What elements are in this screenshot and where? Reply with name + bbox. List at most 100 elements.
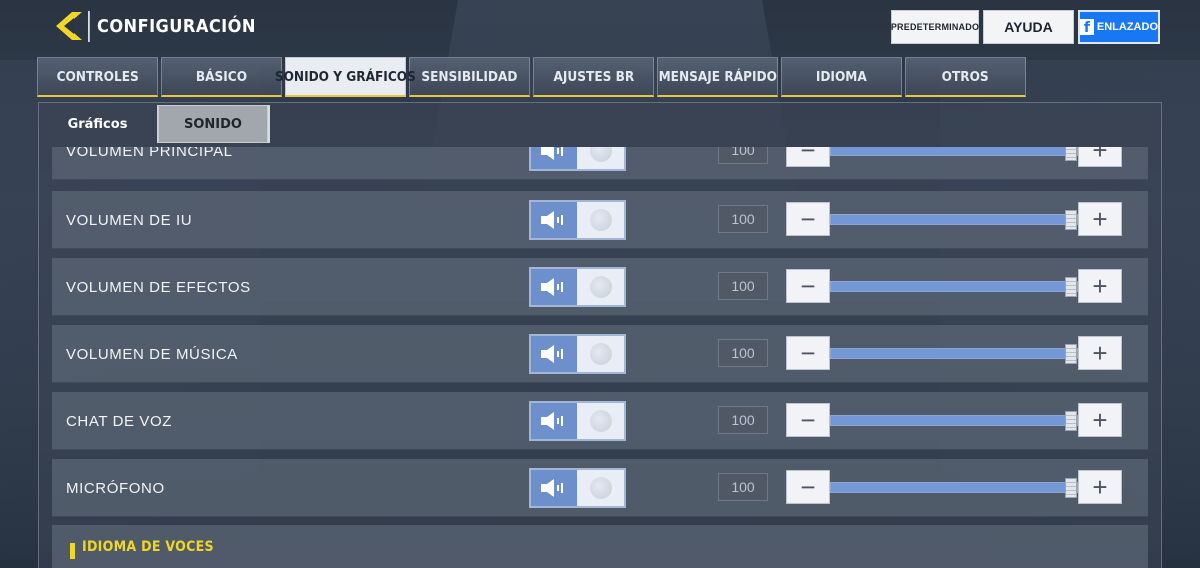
setting-row: VOLUMEN DE MÚSICA 100 − + <box>52 325 1148 383</box>
main-tabs: CONTROLES BÁSICO SONIDO Y GRÁFICOS SENSI… <box>37 57 1026 97</box>
slider-fill <box>831 215 1077 224</box>
setting-label: VOLUMEN DE EFECTOS <box>66 278 251 296</box>
decrease-button[interactable]: − <box>786 403 830 437</box>
toggle-knob <box>589 343 612 365</box>
setting-label: MICRÓFONO <box>66 479 165 497</box>
decrease-button[interactable]: − <box>786 147 830 167</box>
tab-label: SENSIBILIDAD <box>421 68 518 85</box>
slider-fill <box>831 349 1077 358</box>
volume-slider[interactable]: − + <box>786 403 1122 439</box>
increase-button[interactable]: + <box>1078 403 1122 437</box>
volume-slider[interactable]: − + <box>786 336 1122 372</box>
toggle-knob <box>589 477 612 499</box>
volume-value: 100 <box>718 339 768 367</box>
slider-track[interactable] <box>830 344 1078 364</box>
increase-button[interactable]: + <box>1078 147 1122 167</box>
slider-thumb[interactable] <box>1065 411 1077 431</box>
section-marker <box>70 543 75 559</box>
tab-label: AJUSTES BR <box>553 68 634 85</box>
subtab-sonido[interactable]: SONIDO <box>158 105 268 143</box>
slider-thumb[interactable] <box>1065 478 1077 498</box>
tab-ajustes-br[interactable]: AJUSTES BR <box>533 57 654 97</box>
sound-toggle[interactable] <box>529 147 626 171</box>
tab-label: MENSAJE RÁPIDO <box>658 68 777 85</box>
setting-row: VOLUMEN PRINCIPAL 100 − + <box>52 147 1148 180</box>
toggle-knob <box>589 147 612 162</box>
sound-toggle[interactable] <box>529 267 626 307</box>
tab-idioma[interactable]: IDIOMA <box>781 57 902 97</box>
section-header: IDIOMA DE VOCES <box>52 525 1148 568</box>
setting-label: VOLUMEN DE MÚSICA <box>66 345 238 363</box>
increase-button[interactable]: + <box>1078 336 1122 370</box>
settings-list[interactable]: VOLUMEN PRINCIPAL 100 − + VOLUMEN DE IU … <box>52 147 1148 568</box>
tab-basico[interactable]: BÁSICO <box>161 57 282 97</box>
slider-thumb[interactable] <box>1065 277 1077 297</box>
setting-row: CHAT DE VOZ 100 − + <box>52 392 1148 450</box>
sound-toggle[interactable] <box>529 200 626 240</box>
subtab-graficos[interactable]: Gráficos <box>38 105 158 143</box>
slider-thumb[interactable] <box>1065 210 1077 230</box>
sound-toggle[interactable] <box>529 401 626 441</box>
page-title: CONFIGURACIÓN <box>88 10 261 42</box>
decrease-button[interactable]: − <box>786 202 830 236</box>
tab-label: SONIDO Y GRÁFICOS <box>275 68 416 85</box>
slider-fill <box>831 147 1077 155</box>
volume-value: 100 <box>718 473 768 501</box>
tab-otros[interactable]: OTROS <box>905 57 1026 97</box>
slider-fill <box>831 282 1077 291</box>
subtab-divider <box>268 105 270 143</box>
slider-track[interactable] <box>830 478 1078 498</box>
tab-mensaje-rapido[interactable]: MENSAJE RÁPIDO <box>657 57 778 97</box>
speaker-icon <box>531 147 577 169</box>
volume-value: 100 <box>718 406 768 434</box>
setting-row: VOLUMEN DE EFECTOS 100 − + <box>52 258 1148 316</box>
setting-row: MICRÓFONO 100 − + <box>52 459 1148 517</box>
increase-button[interactable]: + <box>1078 470 1122 504</box>
tab-controles[interactable]: CONTROLES <box>37 57 158 97</box>
volume-value: 100 <box>718 272 768 300</box>
slider-track[interactable] <box>830 411 1078 431</box>
sound-toggle[interactable] <box>529 468 626 508</box>
slider-track[interactable] <box>830 147 1078 161</box>
back-button[interactable] <box>52 9 86 43</box>
tab-sonido-y-graficos[interactable]: SONIDO Y GRÁFICOS <box>275 57 416 97</box>
facebook-icon: f <box>1080 19 1094 35</box>
facebook-linked-button[interactable]: f ENLAZADO <box>1078 10 1160 44</box>
decrease-button[interactable]: − <box>786 336 830 370</box>
setting-label: CHAT DE VOZ <box>66 412 173 430</box>
slider-thumb[interactable] <box>1065 147 1077 161</box>
tab-label: IDIOMA <box>816 68 867 85</box>
default-settings-button[interactable]: PREDETERMINADO <box>891 10 979 44</box>
speaker-icon <box>531 202 577 238</box>
speaker-icon <box>531 470 577 506</box>
volume-value: 100 <box>718 205 768 233</box>
setting-label: VOLUMEN PRINCIPAL <box>66 147 233 160</box>
slider-fill <box>831 416 1077 425</box>
volume-slider[interactable]: − + <box>786 147 1122 169</box>
decrease-button[interactable]: − <box>786 269 830 303</box>
back-arrow-icon <box>56 12 82 40</box>
header-left: CONFIGURACIÓN <box>52 8 281 44</box>
volume-slider[interactable]: − + <box>786 202 1122 238</box>
volume-slider[interactable]: − + <box>786 470 1122 506</box>
decrease-button[interactable]: − <box>786 470 830 504</box>
header-actions: PREDETERMINADO AYUDA f ENLAZADO <box>891 10 1160 44</box>
facebook-linked-label: ENLAZADO <box>1096 21 1158 33</box>
section-title: IDIOMA DE VOCES <box>82 539 214 555</box>
volume-value: 100 <box>718 147 768 164</box>
tab-label: BÁSICO <box>195 68 248 85</box>
toggle-knob <box>589 276 612 298</box>
setting-label: VOLUMEN DE IU <box>66 211 193 229</box>
speaker-icon <box>531 269 577 305</box>
help-button[interactable]: AYUDA <box>983 10 1074 44</box>
slider-fill <box>831 483 1077 492</box>
volume-slider[interactable]: − + <box>786 269 1122 305</box>
slider-track[interactable] <box>830 210 1078 230</box>
toggle-knob <box>589 410 612 432</box>
slider-thumb[interactable] <box>1065 344 1077 364</box>
slider-track[interactable] <box>830 277 1078 297</box>
sound-toggle[interactable] <box>529 334 626 374</box>
increase-button[interactable]: + <box>1078 202 1122 236</box>
increase-button[interactable]: + <box>1078 269 1122 303</box>
tab-sensibilidad[interactable]: SENSIBILIDAD <box>409 57 530 97</box>
